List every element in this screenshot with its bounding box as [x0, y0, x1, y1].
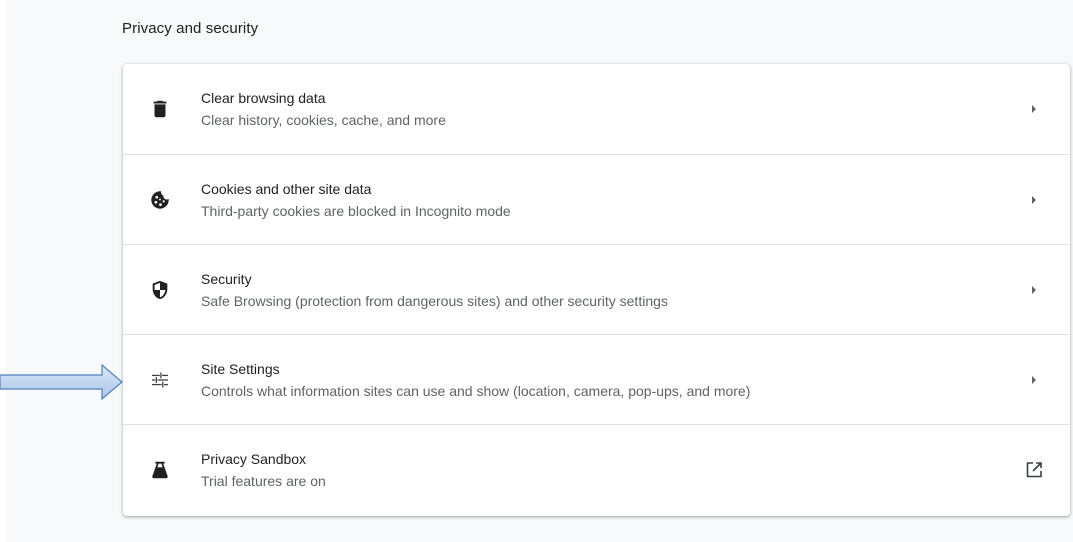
- row-sublabel: Clear history, cookies, cache, and more: [201, 112, 446, 128]
- section-title: Privacy and security: [122, 20, 259, 37]
- chevron-right-icon[interactable]: [1024, 280, 1044, 300]
- row-sublabel: Safe Browsing (protection from dangerous…: [201, 293, 668, 309]
- tune-icon: [149, 369, 171, 391]
- cookie-icon: [149, 189, 171, 211]
- chevron-right-icon[interactable]: [1024, 99, 1044, 119]
- row-sublabel: Trial features are on: [201, 473, 326, 489]
- chevron-right-icon[interactable]: [1024, 190, 1044, 210]
- pointer-arrow-icon: [0, 362, 124, 402]
- site-settings-row[interactable]: Site Settings Controls what information …: [123, 334, 1070, 424]
- row-sublabel: Controls what information sites can use …: [201, 383, 751, 399]
- chevron-right-icon[interactable]: [1024, 370, 1044, 390]
- privacy-security-card: Clear browsing data Clear history, cooki…: [123, 64, 1070, 516]
- row-sublabel: Third-party cookies are blocked in Incog…: [201, 203, 511, 219]
- clear-browsing-data-row[interactable]: Clear browsing data Clear history, cooki…: [123, 64, 1070, 154]
- flask-icon: [149, 459, 171, 481]
- row-label: Security: [201, 271, 252, 287]
- row-label: Cookies and other site data: [201, 181, 372, 197]
- security-row[interactable]: Security Safe Browsing (protection from …: [123, 244, 1070, 334]
- row-label: Clear browsing data: [201, 90, 326, 106]
- cookies-site-data-row[interactable]: Cookies and other site data Third-party …: [123, 154, 1070, 244]
- row-label: Privacy Sandbox: [201, 451, 307, 467]
- open-in-new-icon[interactable]: [1024, 460, 1044, 480]
- shield-icon: [149, 279, 171, 301]
- privacy-sandbox-row[interactable]: Privacy Sandbox Trial features are on: [123, 424, 1070, 514]
- row-label: Site Settings: [201, 361, 280, 377]
- trash-icon: [149, 98, 171, 120]
